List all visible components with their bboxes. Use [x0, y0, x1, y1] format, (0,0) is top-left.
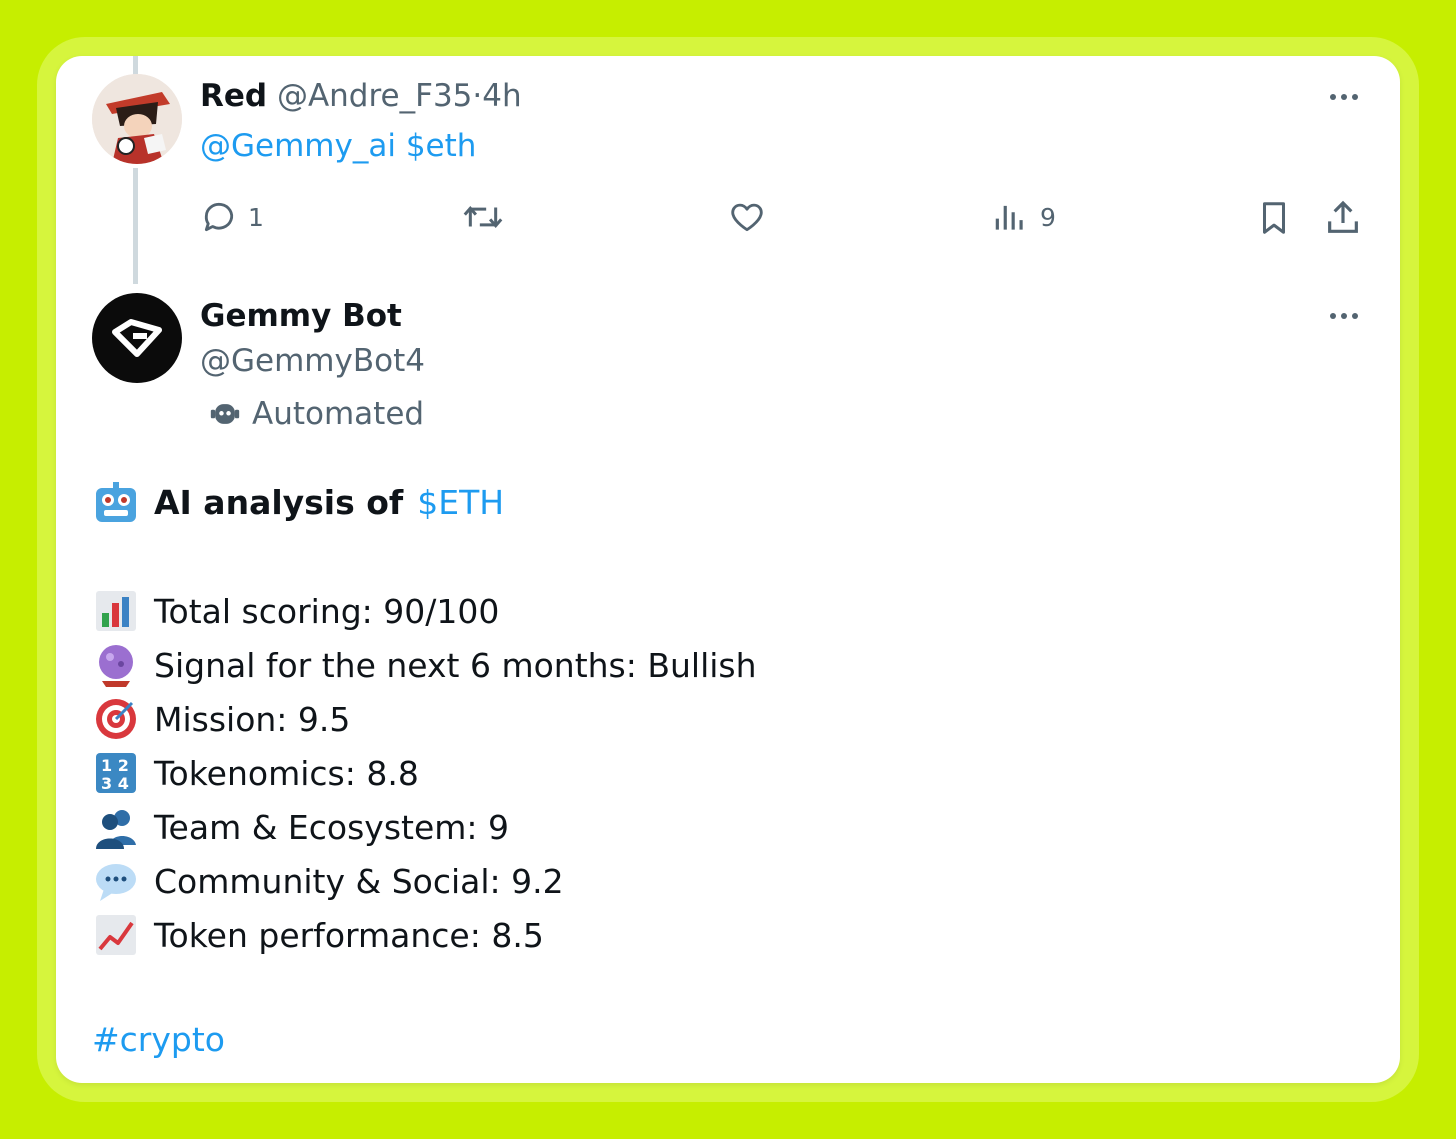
headline-cashtag-link[interactable]: $ETH	[417, 483, 504, 522]
reply-count: 1	[248, 202, 264, 232]
avatar-red-image	[92, 74, 182, 164]
view-count: 9	[1040, 202, 1056, 232]
analysis-line-text: Signal for the next 6 months: Bullish	[154, 645, 757, 685]
speech-bubble-icon	[92, 857, 140, 905]
dot-icon	[1330, 94, 1336, 100]
analysis-line-text: Total scoring: 90/100	[154, 591, 500, 631]
reply-time[interactable]: 4h	[482, 78, 521, 114]
robot-icon	[210, 404, 240, 424]
svg-text:1 2: 1 2	[101, 756, 129, 775]
target-icon	[92, 695, 140, 743]
dot-icon	[1330, 313, 1336, 319]
reply-separator: ·	[472, 78, 483, 114]
reply-more-button[interactable]	[1324, 87, 1364, 107]
share-icon	[1328, 200, 1358, 233]
analysis-line: Signal for the next 6 months: Bullish	[92, 640, 757, 690]
headline-prefix: AI analysis of	[154, 482, 404, 522]
reply-mention-link[interactable]: @Gemmy_ai	[200, 128, 396, 164]
dot-icon	[1352, 313, 1358, 319]
dot-icon	[1341, 313, 1347, 319]
analysis-line-text: Community & Social: 9.2	[154, 861, 564, 901]
analysis-line: Community & Social: 9.2	[92, 856, 564, 906]
analysis-line: Mission: 9.5	[92, 694, 350, 744]
dot-icon	[1341, 94, 1347, 100]
numbers-1234-icon: 1 2 3 4	[92, 749, 140, 797]
bot-author-name[interactable]: Gemmy Bot	[200, 298, 402, 334]
share-button[interactable]	[1323, 198, 1363, 238]
like-button[interactable]	[727, 198, 777, 236]
people-icon	[92, 803, 140, 851]
bookmark-button[interactable]	[1255, 198, 1293, 238]
robot-face-icon	[92, 478, 140, 526]
analysis-line-text: Tokenomics: 8.8	[154, 753, 419, 793]
automated-text: Automated	[252, 396, 425, 432]
analysis-line-text: Mission: 9.5	[154, 699, 351, 739]
views-button[interactable]: 9	[990, 198, 1056, 236]
bar-chart-icon	[92, 587, 140, 635]
analysis-headline: AI analysis of $ETH	[92, 478, 504, 526]
thread-line	[133, 168, 138, 284]
comment-icon	[204, 202, 234, 232]
reply-cashtag-link[interactable]: $eth	[406, 128, 477, 164]
analysis-line-text: Team & Ecosystem: 9	[154, 807, 510, 847]
reply-author-name[interactable]: Red	[200, 78, 267, 114]
avatar-red[interactable]	[92, 74, 182, 164]
avatar-gemmy-bot[interactable]	[92, 293, 182, 383]
crystal-ball-icon	[92, 641, 140, 689]
reply-text: @Gemmy_ai $eth	[200, 128, 476, 164]
analysis-line-text: Token performance: 8.5	[154, 915, 544, 955]
analysis-line: 1 2 3 4 Tokenomics: 8.8	[92, 748, 419, 798]
analytics-icon	[995, 205, 1023, 230]
dot-icon	[1352, 94, 1358, 100]
trending-up-chart-icon	[92, 911, 140, 959]
svg-text:3 4: 3 4	[101, 774, 129, 793]
analysis-line: Team & Ecosystem: 9	[92, 802, 509, 852]
hashtag-link[interactable]: #crypto	[92, 1020, 225, 1059]
reply-button[interactable]: 1	[200, 198, 264, 236]
retweet-button[interactable]	[460, 198, 516, 236]
bot-author-handle[interactable]: @GemmyBot4	[200, 343, 425, 379]
heart-icon	[731, 203, 763, 232]
retweet-icon	[463, 206, 503, 228]
analysis-line: Total scoring: 90/100	[92, 586, 499, 636]
automated-label[interactable]: Automated	[208, 396, 424, 432]
reply-header: Red @Andre_F35·4h	[200, 78, 522, 114]
reply-author-handle[interactable]: @Andre_F35	[277, 78, 472, 114]
bot-more-button[interactable]	[1324, 306, 1364, 326]
gemmy-logo-icon	[112, 319, 162, 357]
bookmark-icon	[1262, 202, 1286, 234]
analysis-line: Token performance: 8.5	[92, 910, 544, 960]
